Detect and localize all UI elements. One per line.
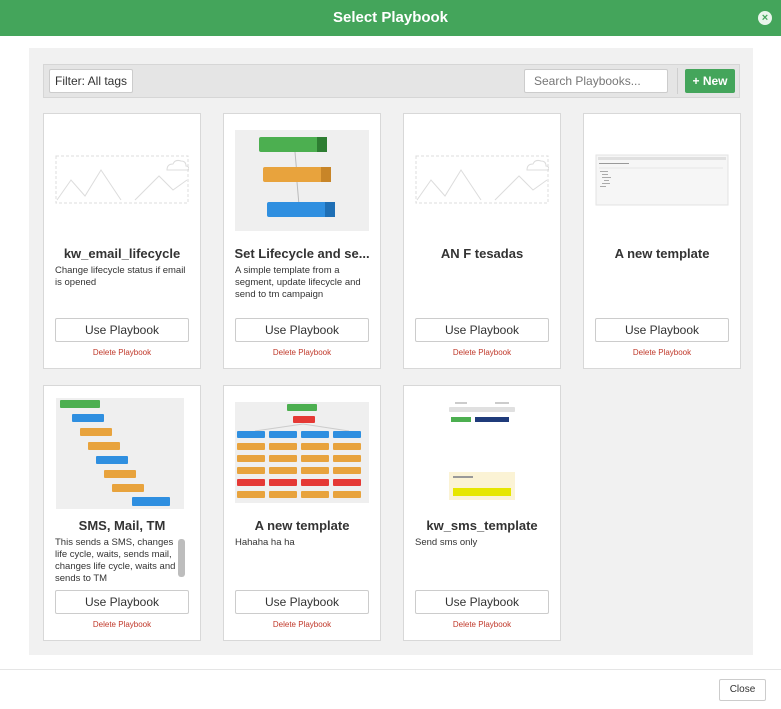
- playbook-toolbar: Filter: All tags + New: [43, 64, 740, 98]
- playbook-description: Hahaha ha ha: [235, 537, 295, 548]
- playbook-card: kw_email_lifecycle Change lifecycle stat…: [43, 113, 201, 369]
- sms-preview-thumbnail: [415, 402, 549, 503]
- playbook-card: Set Lifecycle and se... A simple templat…: [223, 113, 381, 369]
- toolbar-divider: [677, 68, 678, 94]
- close-button[interactable]: Close: [719, 679, 766, 701]
- close-icon[interactable]: ×: [758, 11, 772, 25]
- playbook-description: Change lifecycle status if email is open…: [55, 265, 186, 288]
- use-playbook-button[interactable]: Use Playbook: [55, 590, 189, 614]
- playbook-title: Set Lifecycle and se...: [234, 246, 370, 261]
- use-playbook-button[interactable]: Use Playbook: [595, 318, 729, 342]
- flow-diagram-thumbnail: [235, 402, 369, 503]
- use-playbook-button[interactable]: Use Playbook: [415, 318, 549, 342]
- document-preview-thumbnail: [595, 130, 729, 231]
- delete-playbook-link[interactable]: Delete Playbook: [404, 348, 560, 357]
- use-playbook-button[interactable]: Use Playbook: [235, 318, 369, 342]
- playbook-card: SMS, Mail, TM This sends a SMS, changes …: [43, 385, 201, 641]
- description-scrollbar[interactable]: [178, 539, 185, 577]
- modal-body: Filter: All tags + New kw_email_lifecycl…: [0, 36, 781, 669]
- playbook-card: kw_sms_template Send sms only Use Playbo…: [403, 385, 561, 641]
- playbook-title: kw_sms_template: [426, 518, 538, 533]
- playbook-title: A new template: [614, 246, 710, 261]
- tag-filter-button[interactable]: Filter: All tags: [49, 69, 133, 93]
- use-playbook-button[interactable]: Use Playbook: [55, 318, 189, 342]
- playbook-description: [595, 265, 729, 313]
- delete-playbook-link[interactable]: Delete Playbook: [404, 620, 560, 629]
- placeholder-image-icon: [415, 130, 550, 231]
- playbook-description: A simple template from a segment, update…: [235, 265, 361, 300]
- playbook-description: This sends a SMS, changes life cycle, wa…: [55, 537, 176, 584]
- modal-title: Select Playbook: [332, 9, 449, 26]
- new-playbook-button[interactable]: + New: [685, 69, 735, 93]
- playbook-description: [415, 265, 549, 313]
- playbook-title: AN F tesadas: [440, 246, 524, 261]
- delete-playbook-link[interactable]: Delete Playbook: [44, 620, 200, 629]
- playbook-title: kw_email_lifecycle: [63, 246, 181, 261]
- playbook-title: A new template: [254, 518, 350, 533]
- delete-playbook-link[interactable]: Delete Playbook: [44, 348, 200, 357]
- playbook-card: A new template Use Playbook Delete Playb…: [583, 113, 741, 369]
- playbook-description: Send sms only: [415, 537, 478, 548]
- placeholder-image-icon: [55, 130, 190, 231]
- flow-diagram-thumbnail: [235, 130, 369, 231]
- playbook-card: A new template Hahaha ha ha Use Playbook…: [223, 385, 381, 641]
- delete-playbook-link[interactable]: Delete Playbook: [584, 348, 740, 357]
- playbook-title: SMS, Mail, TM: [78, 518, 166, 533]
- playbook-panel: Filter: All tags + New kw_email_lifecycl…: [29, 48, 753, 655]
- playbook-card: AN F tesadas Use Playbook Delete Playboo…: [403, 113, 561, 369]
- delete-playbook-link[interactable]: Delete Playbook: [224, 620, 380, 629]
- delete-playbook-link[interactable]: Delete Playbook: [224, 348, 380, 357]
- search-playbooks-input[interactable]: [524, 69, 668, 93]
- modal-footer: Close: [0, 669, 781, 709]
- flow-diagram-thumbnail: [55, 398, 189, 509]
- use-playbook-button[interactable]: Use Playbook: [415, 590, 549, 614]
- use-playbook-button[interactable]: Use Playbook: [235, 590, 369, 614]
- modal-header: Select Playbook ×: [0, 0, 781, 36]
